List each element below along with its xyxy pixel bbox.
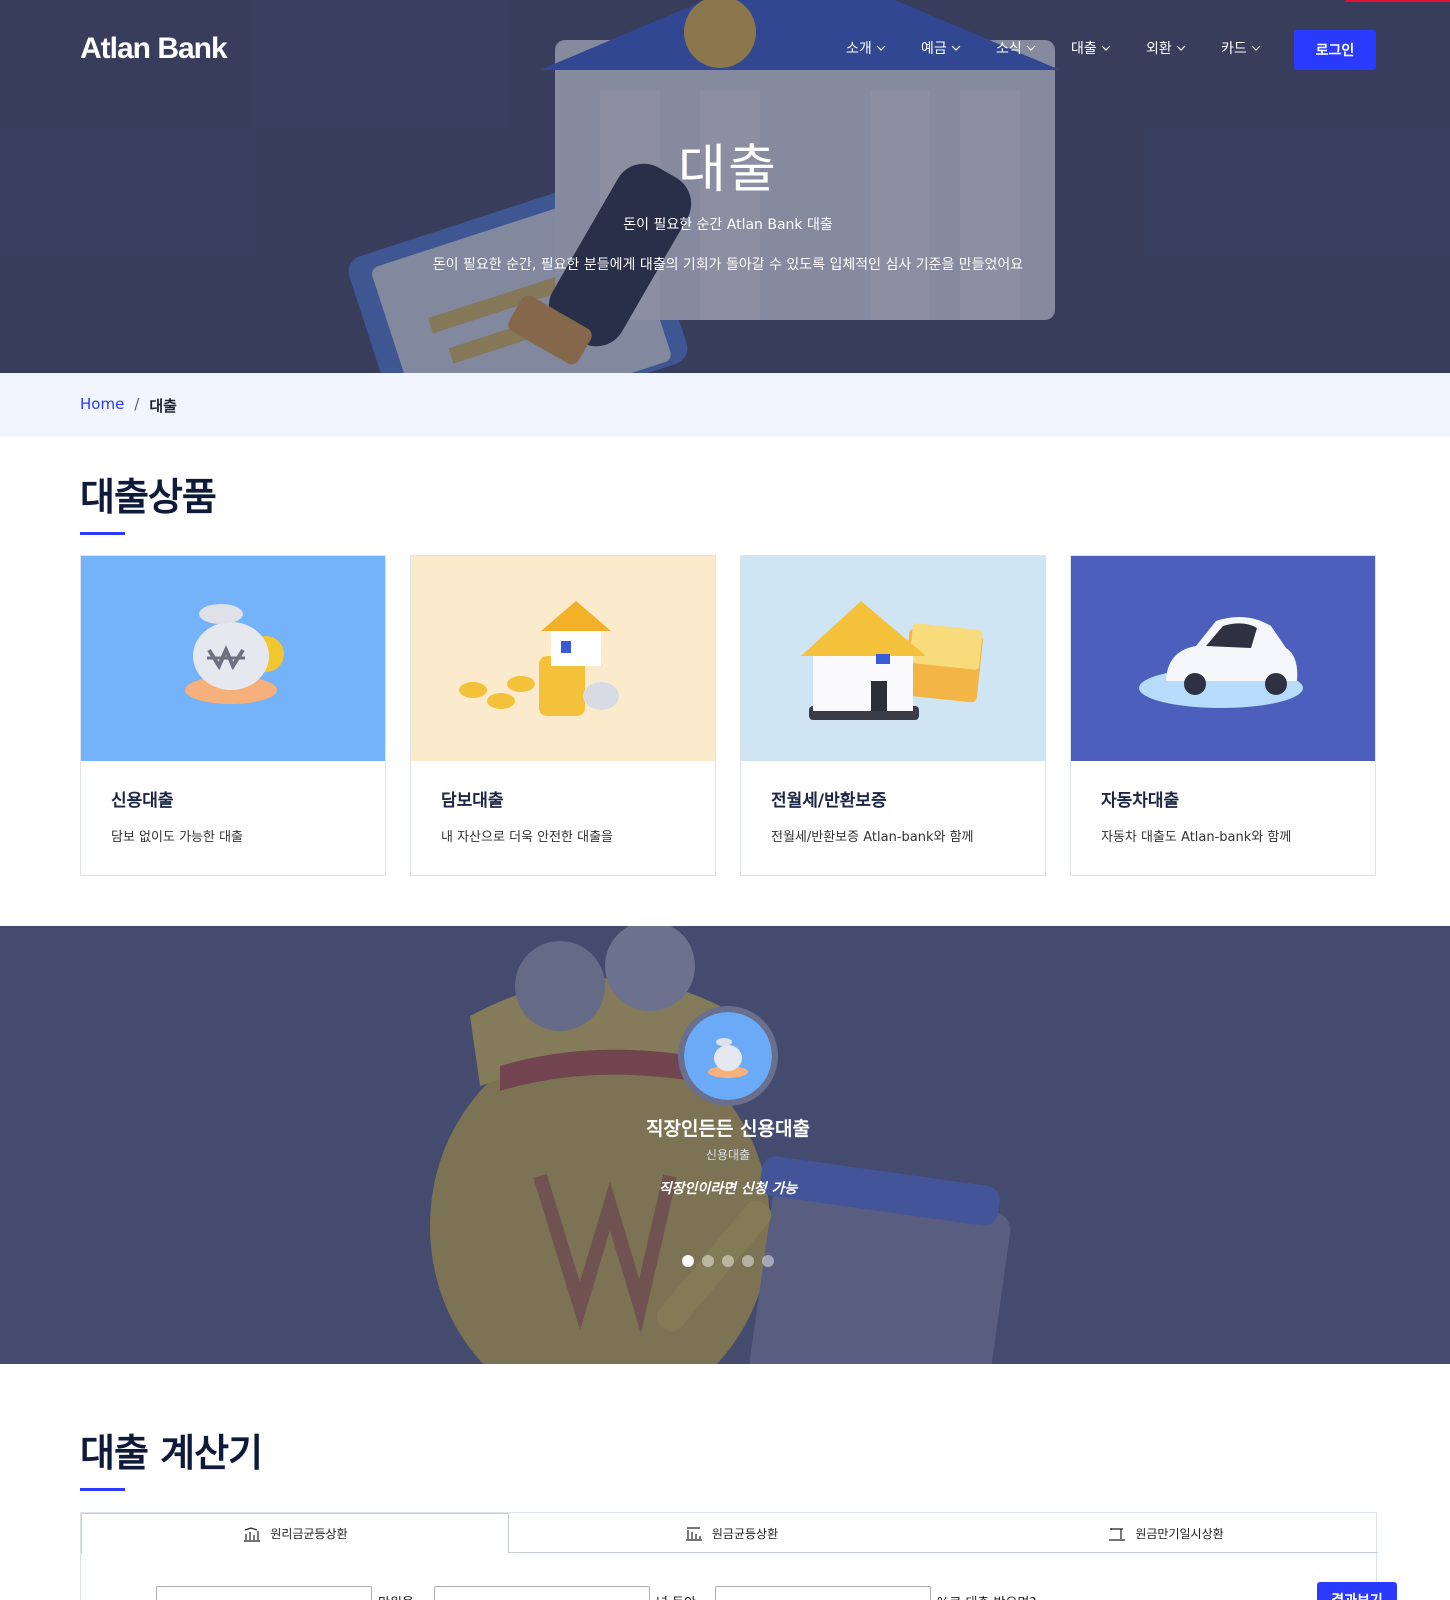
login-button[interactable]: 로그인 [1294, 30, 1376, 70]
chart-bars-icon [685, 1527, 702, 1541]
nav-label: 카드 [1221, 41, 1247, 57]
breadcrumb-home-link[interactable]: Home [80, 395, 124, 416]
carousel-dot-3[interactable] [722, 1255, 734, 1267]
product-card-credit-loan[interactable]: 신용대출 담보 없이도 가능한 대출 [80, 555, 386, 876]
product-cards: 신용대출 담보 없이도 가능한 대출 담보대출 내 자산으로 더욱 안전한 대출… [80, 555, 1377, 876]
site-logo[interactable]: Atlan Bank [80, 32, 228, 66]
carousel-dot-2[interactable] [702, 1255, 714, 1267]
calculator-panel: 원리금균등상환 원금균등상환 원금만기일시상환 만원을 년 동안 %로 대출 받… [80, 1512, 1397, 1600]
card-title: 담보대출 [441, 791, 504, 811]
money-bag-hand-icon [185, 604, 284, 704]
card-description: 담보 없이도 가능한 대출 [111, 830, 243, 845]
carousel-dot-1[interactable] [682, 1255, 694, 1267]
interest-rate-input[interactable] [715, 1586, 931, 1600]
nav-label: 예금 [921, 41, 947, 57]
chevron-down-icon [1026, 45, 1036, 51]
card-title: 자동차대출 [1101, 791, 1180, 811]
breadcrumb: Home / 대출 [80, 395, 177, 416]
hero-subtitle: 돈이 필요한 순간 Atlan Bank 대출 [623, 217, 833, 233]
carousel-dot-4[interactable] [742, 1255, 754, 1267]
product-card-secured-loan[interactable]: 담보대출 내 자산으로 더욱 안전한 대출을 [410, 555, 716, 876]
section-underline [80, 1488, 125, 1491]
tab-equal-principal[interactable]: 원금균등상환 [509, 1513, 953, 1553]
card-description: 자동차 대출도 Atlan-bank와 함께 [1101, 830, 1292, 845]
hero-description: 돈이 필요한 순간, 필요한 분들에게 대출의 기회가 돌아갈 수 있도록 입체… [432, 257, 1024, 273]
chevron-down-icon [876, 45, 886, 51]
tab-bullet-repayment[interactable]: 원금만기일시상환 [953, 1513, 1378, 1553]
nav-item-loan[interactable]: 대출 [1071, 38, 1146, 58]
nav-label: 소개 [846, 41, 872, 57]
product-card-jeonse-loan[interactable]: 전월세/반환보증 전월세/반환보증 Atlan-bank와 함께 [740, 555, 1046, 876]
chevron-down-icon [1101, 45, 1111, 51]
carousel-dots [682, 1255, 774, 1267]
product-card-auto-loan[interactable]: 자동차대출 자동차 대출도 Atlan-bank와 함께 [1070, 555, 1376, 876]
hero-text: 대출 돈이 필요한 순간 Atlan Bank 대출 돈이 필요한 순간, 필요… [0, 140, 1450, 274]
breadcrumb-separator: / [134, 395, 140, 413]
card-title: 신용대출 [111, 791, 174, 811]
breadcrumb-current: 대출 [149, 397, 177, 415]
tab-label: 원리금균등상환 [270, 1527, 348, 1541]
house-coins-icon [459, 601, 619, 716]
calculator-tabs: 원리금균등상환 원금균등상환 원금만기일시상환 [81, 1513, 1378, 1554]
nav-label: 소식 [996, 41, 1022, 57]
tab-label: 원금만기일시상환 [1135, 1526, 1224, 1541]
loan-amount-input[interactable] [156, 1586, 372, 1600]
carousel-dot-5[interactable] [762, 1255, 774, 1267]
nav-item-news[interactable]: 소식 [996, 38, 1071, 58]
chevron-down-icon [951, 45, 961, 51]
card-image [81, 556, 385, 761]
nav-label: 대출 [1071, 41, 1097, 57]
calculate-button[interactable]: 결과보기 [1317, 1582, 1397, 1600]
site-header: Atlan Bank 소개 예금 소식 대출 외환 카드 로그인 [0, 0, 1450, 100]
avatar [678, 1006, 778, 1106]
loan-carousel: 직장인든든 신용대출 신용대출 직장인이라면 신청 가능 [0, 926, 1450, 1364]
amount-unit-label: 만원을 [378, 1592, 414, 1600]
nav-item-forex[interactable]: 외환 [1146, 38, 1221, 58]
card-image [411, 556, 715, 761]
page-title: 대출 [678, 140, 778, 200]
products-section-title: 대출상품 [80, 475, 217, 519]
money-bag-hand-icon [708, 1038, 748, 1078]
tab-equal-payment[interactable]: 원리금균등상환 [81, 1513, 509, 1554]
chevron-down-icon [1251, 45, 1261, 51]
years-unit-label: 년 동안 [656, 1592, 696, 1600]
card-description: 내 자산으로 더욱 안전한 대출을 [441, 830, 614, 845]
house-cash-icon [801, 601, 983, 720]
nav-item-card[interactable]: 카드 [1221, 38, 1296, 58]
card-image [741, 556, 1045, 761]
calculator-section-title: 대출 계산기 [80, 1431, 263, 1475]
nav-label: 외환 [1146, 41, 1172, 57]
car-icon [1139, 617, 1303, 708]
nav-item-intro[interactable]: 소개 [846, 38, 921, 58]
card-title: 전월세/반환보증 [771, 791, 887, 811]
hero-banner: Atlan Bank 소개 예금 소식 대출 외환 카드 로그인 대출 돈이 필… [0, 0, 1450, 373]
breadcrumb-bar: Home / 대출 [0, 373, 1450, 437]
chart-step-icon [1109, 1528, 1126, 1541]
nav-item-deposit[interactable]: 예금 [921, 38, 996, 58]
loan-years-input[interactable] [434, 1586, 650, 1600]
card-image [1071, 556, 1375, 761]
carousel-category: 신용대출 [705, 1148, 751, 1162]
rate-unit-label: %로 대출 받으면? [937, 1592, 1036, 1600]
main-nav: 소개 예금 소식 대출 외환 카드 [846, 38, 1296, 58]
section-underline [80, 532, 125, 535]
carousel-quote: 직장인이라면 신청 가능 [658, 1181, 798, 1197]
chevron-down-icon [1176, 45, 1186, 51]
card-description: 전월세/반환보증 Atlan-bank와 함께 [771, 830, 974, 845]
tab-label: 원금균등상환 [711, 1526, 779, 1541]
chart-bars-icon [244, 1526, 261, 1542]
carousel-title: 직장인든든 신용대출 [646, 1118, 810, 1140]
